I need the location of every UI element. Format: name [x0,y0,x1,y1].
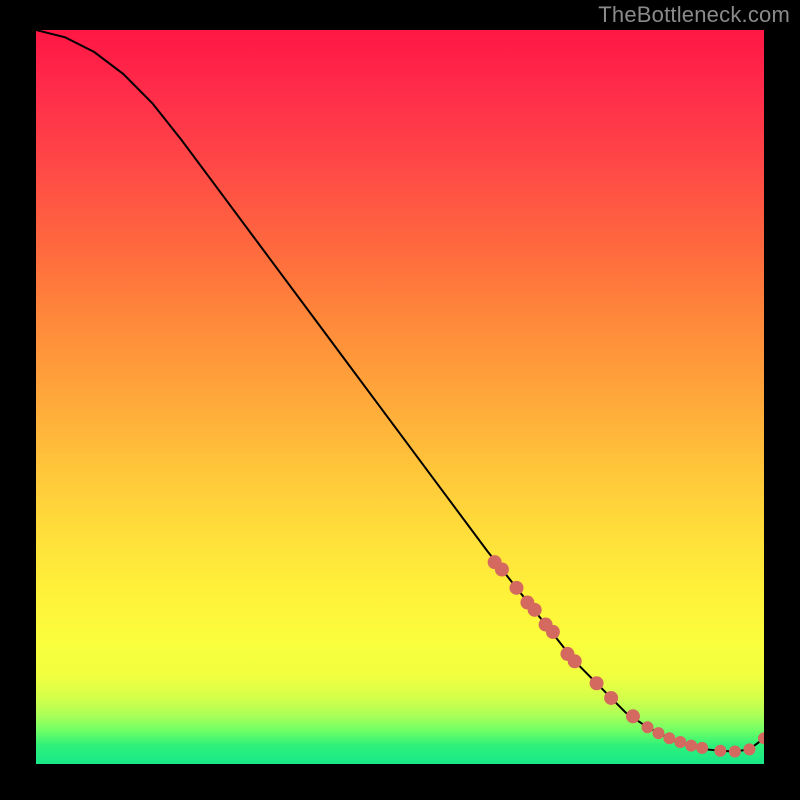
marker-group [488,555,764,757]
data-point-marker [626,709,640,723]
data-point-marker [604,691,618,705]
watermark-label: TheBottleneck.com [598,2,790,28]
plot-area [36,30,764,764]
chart-svg [36,30,764,764]
data-point-marker [729,746,741,758]
data-point-marker [685,740,697,752]
bottleneck-curve [36,30,764,752]
data-point-marker [590,676,604,690]
data-point-marker [674,736,686,748]
data-point-marker [568,654,582,668]
data-point-marker [642,721,654,733]
data-point-marker [495,562,509,576]
data-point-marker [509,581,523,595]
data-point-marker [743,743,755,755]
data-point-marker [528,603,542,617]
chart-frame: TheBottleneck.com [0,0,800,800]
data-point-marker [546,625,560,639]
data-point-marker [663,732,675,744]
data-point-marker [714,745,726,757]
data-point-marker [696,742,708,754]
data-point-marker [652,727,664,739]
